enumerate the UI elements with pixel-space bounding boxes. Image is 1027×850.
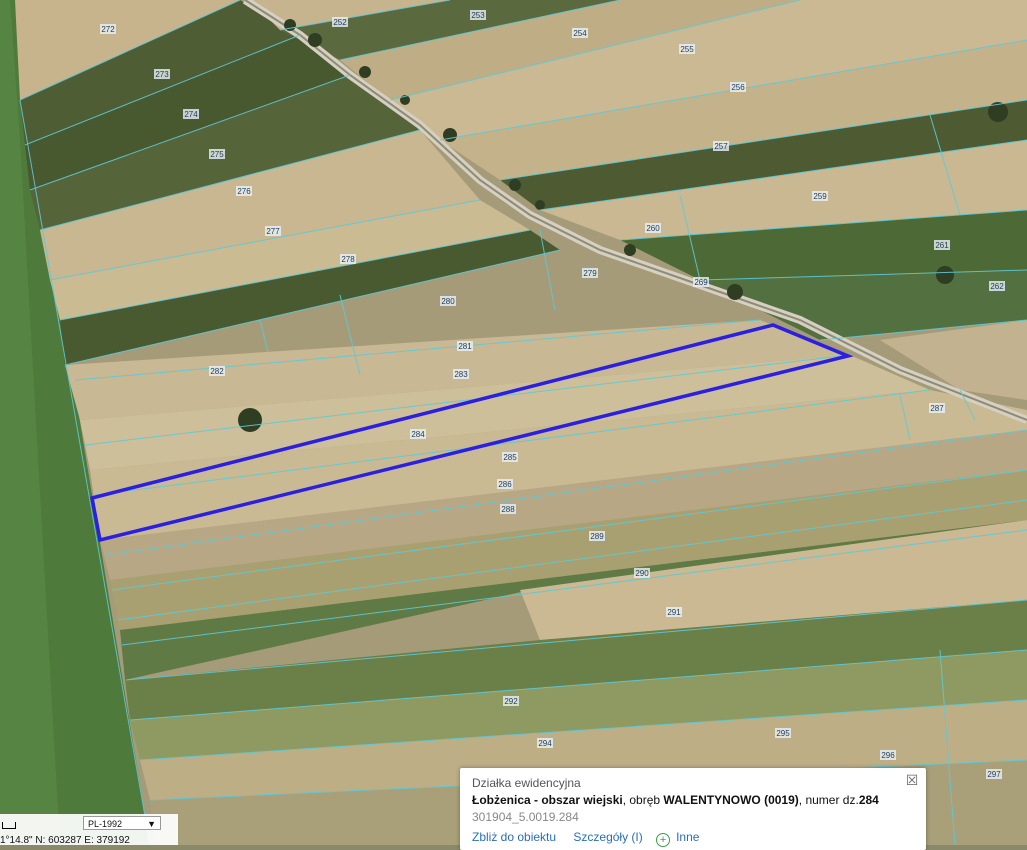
- map-canvas[interactable]: 252 253 254 255 256 257 259 260 261 262 269 272 273 2…: [0, 0, 1027, 845]
- parcel-info-popup: Działka ewidencyjna ☒ Łobżenica - obszar…: [460, 768, 926, 850]
- parcel-id: 301904_5.0019.284: [472, 810, 579, 824]
- parcel-label-281: 281: [457, 341, 473, 351]
- parcel-label-273: 273: [154, 69, 170, 79]
- parcel-label-292: 292: [503, 696, 519, 706]
- svg-text:282: 282: [210, 367, 224, 376]
- svg-text:278: 278: [341, 255, 355, 264]
- popup-title: Działka ewidencyjna: [472, 776, 581, 790]
- svg-text:288: 288: [501, 505, 515, 514]
- coordinate-bar: PL-1992 ▼ 1°14.8" N: 603287 E: 379192: [0, 814, 178, 846]
- svg-text:269: 269: [694, 278, 708, 287]
- svg-text:296: 296: [881, 751, 895, 760]
- desc-mid: , obręb: [622, 793, 664, 807]
- parcel-label-254: 254: [572, 28, 588, 38]
- svg-text:286: 286: [498, 480, 512, 489]
- scale-bar: [2, 822, 16, 829]
- svg-text:273: 273: [155, 70, 169, 79]
- svg-text:281: 281: [458, 342, 472, 351]
- parcel-label-272: 272: [100, 24, 116, 34]
- svg-text:253: 253: [471, 11, 485, 20]
- parcel-label-269: 269: [693, 277, 709, 287]
- svg-text:279: 279: [583, 269, 597, 278]
- svg-text:277: 277: [266, 227, 280, 236]
- svg-text:261: 261: [935, 241, 949, 250]
- parcel-label-284: 284: [410, 429, 426, 439]
- svg-text:260: 260: [646, 224, 660, 233]
- parcel-label-296: 296: [880, 750, 896, 760]
- details-link[interactable]: Szczegóły (I): [573, 830, 642, 844]
- zoom-to-object-link[interactable]: Zbliż do obiektu: [472, 830, 556, 844]
- crs-value: PL-1992: [88, 819, 123, 829]
- parcel-label-259: 259: [812, 191, 828, 201]
- parcel-number: 284: [858, 793, 879, 807]
- svg-text:287: 287: [930, 404, 944, 413]
- parcel-label-295: 295: [775, 728, 791, 738]
- parcel-label-287: 287: [929, 403, 945, 413]
- svg-text:280: 280: [441, 297, 455, 306]
- svg-text:276: 276: [237, 187, 251, 196]
- svg-text:254: 254: [573, 29, 587, 38]
- close-icon[interactable]: ☒: [905, 773, 919, 787]
- svg-text:256: 256: [731, 83, 745, 92]
- obreb-name: WALENTYNOWO (0019): [663, 793, 799, 807]
- parcel-label-252: 252: [332, 17, 348, 27]
- svg-text:275: 275: [210, 150, 224, 159]
- parcel-label-260: 260: [645, 223, 661, 233]
- svg-text:291: 291: [667, 608, 681, 617]
- parcel-label-276: 276: [236, 186, 252, 196]
- parcel-label-275: 275: [209, 149, 225, 159]
- chevron-down-icon: ▼: [147, 819, 156, 829]
- svg-text:259: 259: [813, 192, 827, 201]
- parcel-label-262: 262: [989, 281, 1005, 291]
- svg-text:294: 294: [538, 739, 552, 748]
- parcel-label-282: 282: [209, 366, 225, 376]
- parcel-label-288: 288: [500, 504, 516, 514]
- svg-text:285: 285: [503, 453, 517, 462]
- svg-text:283: 283: [454, 370, 468, 379]
- svg-text:292: 292: [504, 697, 518, 706]
- parcel-label-253: 253: [470, 10, 486, 20]
- parcel-label-257: 257: [713, 141, 729, 151]
- crs-select[interactable]: PL-1992 ▼: [83, 816, 161, 830]
- coordinates-readout: 1°14.8" N: 603287 E: 379192: [0, 835, 130, 846]
- parcel-description: Łobżenica - obszar wiejski, obręb WALENT…: [472, 793, 879, 807]
- other-link[interactable]: Inne: [676, 830, 699, 844]
- svg-text:297: 297: [987, 770, 1001, 779]
- parcel-label-277: 277: [265, 226, 281, 236]
- desc-suffix: , numer dz.: [798, 793, 859, 807]
- parcel-label-290: 290: [634, 568, 650, 578]
- parcel-label-294: 294: [537, 738, 553, 748]
- svg-text:284: 284: [411, 430, 425, 439]
- parcel-label-255: 255: [679, 44, 695, 54]
- parcel-label-297: 297: [986, 769, 1002, 779]
- parcel-label-279: 279: [582, 268, 598, 278]
- parcel-label-278: 278: [340, 254, 356, 264]
- parcel-label-274: 274: [183, 109, 199, 119]
- parcel-label-285: 285: [502, 452, 518, 462]
- parcel-label-283: 283: [453, 369, 469, 379]
- svg-text:272: 272: [101, 25, 115, 34]
- svg-text:295: 295: [776, 729, 790, 738]
- parcel-label-286: 286: [497, 479, 513, 489]
- svg-text:255: 255: [680, 45, 694, 54]
- parcel-label-280: 280: [440, 296, 456, 306]
- svg-text:290: 290: [635, 569, 649, 578]
- svg-text:262: 262: [990, 282, 1004, 291]
- parcel-label-289: 289: [589, 531, 605, 541]
- svg-text:252: 252: [333, 18, 347, 27]
- svg-text:274: 274: [184, 110, 198, 119]
- parcel-label-291: 291: [666, 607, 682, 617]
- popup-actions: Zbliż do obiektu Szczegóły (I) + Inne: [472, 830, 699, 847]
- svg-text:289: 289: [590, 532, 604, 541]
- parcel-label-261: 261: [934, 240, 950, 250]
- svg-text:257: 257: [714, 142, 728, 151]
- gmina-name: Łobżenica - obszar wiejski: [472, 793, 623, 807]
- parcel-label-256: 256: [730, 82, 746, 92]
